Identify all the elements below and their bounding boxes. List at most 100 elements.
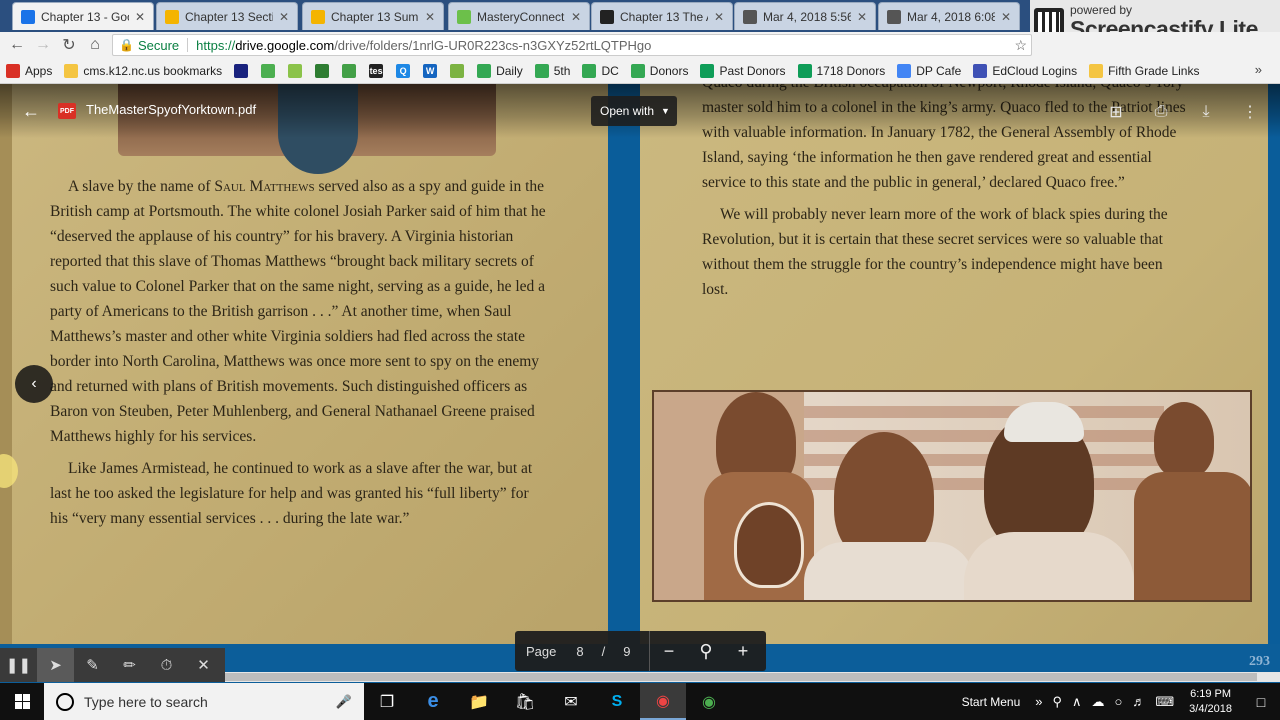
bookmark-icon-4 bbox=[315, 63, 330, 78]
viewer-back-icon[interactable]: ← bbox=[20, 100, 42, 122]
edge-icon[interactable]: e bbox=[410, 683, 456, 720]
bookmark-icon-5 bbox=[342, 63, 357, 78]
bookmark-item[interactable]: 5th bbox=[534, 63, 570, 78]
pause-icon[interactable]: ❚❚ bbox=[0, 648, 37, 682]
zoom-out-icon[interactable]: − bbox=[650, 631, 687, 671]
address-bar[interactable]: 🔒 Secure https:// drive.google.com /driv… bbox=[112, 34, 1032, 56]
browser-tab[interactable]: Mar 4, 2018 5:56 ✕ bbox=[734, 2, 876, 30]
zoom-in-icon[interactable]: + bbox=[724, 631, 761, 671]
task-view-icon[interactable]: ❐ bbox=[364, 683, 410, 720]
volume-icon[interactable]: ♬ bbox=[1132, 694, 1145, 709]
skype-icon[interactable]: S bbox=[594, 683, 640, 720]
bookmark-item[interactable]: Past Donors bbox=[700, 63, 786, 78]
tab-close-icon[interactable]: ✕ bbox=[714, 10, 724, 24]
start-menu-label[interactable]: Start Menu bbox=[962, 695, 1021, 709]
bookmark-item[interactable]: DP Cafe bbox=[897, 63, 961, 78]
bookmark-item[interactable]: cms.k12.nc.us bookmarks bbox=[64, 63, 222, 78]
url-scheme: https:// bbox=[196, 37, 236, 53]
pen-icon[interactable]: ✎ bbox=[74, 648, 111, 682]
bookmark-item[interactable]: DC bbox=[582, 63, 619, 78]
tab-close-icon[interactable]: ✕ bbox=[1001, 10, 1011, 24]
bookmark-item[interactable]: Fifth Grade Links bbox=[1089, 63, 1199, 78]
bookmark-item[interactable]: Apps bbox=[6, 63, 52, 78]
tab-label: MasteryConnect bbox=[477, 9, 565, 24]
bookmark-label: Daily bbox=[496, 63, 523, 78]
tab-close-icon[interactable]: ✕ bbox=[135, 10, 145, 24]
timer-icon[interactable]: ⏱ bbox=[148, 648, 185, 682]
nc-icon bbox=[234, 63, 249, 78]
bookmark-icon-5[interactable] bbox=[342, 63, 361, 78]
horizontal-scrollbar[interactable] bbox=[225, 672, 1280, 682]
bookmark-icon bbox=[582, 63, 597, 78]
more-options-icon[interactable]: ⋮ bbox=[1238, 100, 1262, 124]
bookmark-icon bbox=[897, 63, 912, 78]
chrome-icon-2[interactable]: ◉ bbox=[686, 683, 732, 720]
w-icon[interactable]: W bbox=[423, 63, 442, 78]
w-icon: W bbox=[423, 63, 438, 78]
tab-close-icon[interactable]: ✕ bbox=[425, 10, 435, 24]
print-icon[interactable]: ⎙ bbox=[1149, 100, 1173, 124]
bookmark-item[interactable]: 1718 Donors bbox=[797, 63, 885, 78]
close-icon[interactable]: ✕ bbox=[185, 648, 222, 682]
forward-icon[interactable]: → bbox=[30, 32, 56, 58]
bookmark-icon-9[interactable] bbox=[450, 63, 469, 78]
zoom-icon[interactable]: ⚲ bbox=[687, 631, 724, 671]
bookmark-icon-3[interactable] bbox=[288, 63, 307, 78]
browser-tab[interactable]: MasteryConnect ✕ bbox=[448, 2, 590, 30]
open-with-button[interactable]: Open with ▼ bbox=[591, 96, 677, 126]
bookmark-icon bbox=[700, 63, 715, 78]
bookmark-star-icon[interactable]: ☆ bbox=[1014, 37, 1027, 54]
tes-bookmark-icon[interactable]: tes bbox=[369, 63, 388, 78]
eraser-icon[interactable]: ✏ bbox=[111, 648, 148, 682]
back-icon[interactable]: ← bbox=[4, 32, 30, 58]
page-current-input[interactable]: 8 bbox=[576, 644, 583, 659]
bookmark-icon-3 bbox=[288, 63, 303, 78]
bookmark-icon bbox=[477, 63, 492, 78]
reload-icon[interactable]: ↻ bbox=[56, 32, 82, 58]
keyboard-icon[interactable]: ⌨ bbox=[1155, 694, 1174, 710]
slides-icon bbox=[165, 9, 179, 24]
bookmark-item[interactable]: Daily bbox=[477, 63, 523, 78]
tray-expand-icon[interactable]: ∧ bbox=[1072, 694, 1082, 710]
bookmark-icon-4[interactable] bbox=[315, 63, 334, 78]
mail-icon[interactable]: ✉ bbox=[548, 683, 594, 720]
bookmarks-overflow-icon[interactable]: » bbox=[1255, 62, 1262, 77]
notifications-icon[interactable]: □ bbox=[1246, 694, 1276, 710]
previous-file-button[interactable]: ‹ bbox=[15, 365, 53, 403]
cortana-icon bbox=[56, 692, 74, 711]
home-icon[interactable]: ⌂ bbox=[82, 32, 108, 58]
bookmark-icon bbox=[534, 63, 549, 78]
store-icon[interactable]: 🛍 bbox=[502, 683, 548, 720]
bookmark-item[interactable]: Donors bbox=[630, 63, 688, 78]
network-icon[interactable]: ○ bbox=[1115, 694, 1123, 709]
bookmark-icon-2[interactable] bbox=[261, 63, 280, 78]
quizlet-icon[interactable]: Q bbox=[396, 63, 415, 78]
browser-tab[interactable]: Chapter 13 The A ✕ bbox=[591, 2, 733, 30]
bookmark-item[interactable]: EdCloud Logins bbox=[973, 63, 1078, 78]
chrome-icon[interactable]: ◉ bbox=[640, 683, 686, 720]
onedrive-icon[interactable]: ☁ bbox=[1092, 694, 1105, 710]
microphone-icon[interactable]: 🎤 bbox=[336, 694, 352, 710]
browser-tab[interactable]: Chapter 13 Sectio ✕ bbox=[156, 2, 298, 30]
omnibox-divider bbox=[187, 38, 189, 52]
system-clock[interactable]: 6:19 PM 3/4/2018 bbox=[1189, 687, 1232, 717]
cursor-icon[interactable]: ➤ bbox=[37, 648, 74, 682]
taskbar-search[interactable]: Type here to search 🎤 bbox=[44, 683, 364, 720]
add-to-drive-icon[interactable]: ⊞ bbox=[1104, 100, 1128, 124]
chevron-right-icon[interactable]: » bbox=[1035, 694, 1042, 709]
page-navigation-bar: Page 8 / 9 − ⚲ + bbox=[515, 631, 766, 671]
bookmark-label: EdCloud Logins bbox=[992, 63, 1078, 78]
download-icon[interactable]: ⤓ bbox=[1194, 100, 1218, 124]
start-button[interactable] bbox=[0, 683, 44, 720]
tab-close-icon[interactable]: ✕ bbox=[571, 10, 581, 24]
tab-close-icon[interactable]: ✕ bbox=[279, 10, 289, 24]
masteryconnect-icon bbox=[457, 9, 471, 24]
file-explorer-icon[interactable]: 📁 bbox=[456, 683, 502, 720]
browser-tab[interactable]: Mar 4, 2018 6:08 ✕ bbox=[878, 2, 1020, 30]
secure-label: Secure bbox=[137, 37, 180, 53]
browser-tab[interactable]: Chapter 13 - Goo ✕ bbox=[12, 2, 154, 30]
nc-icon[interactable] bbox=[234, 63, 253, 78]
people-icon[interactable]: ⚲ bbox=[1053, 694, 1063, 710]
tab-close-icon[interactable]: ✕ bbox=[857, 10, 867, 24]
browser-tab[interactable]: Chapter 13 Summ ✕ bbox=[302, 2, 444, 30]
